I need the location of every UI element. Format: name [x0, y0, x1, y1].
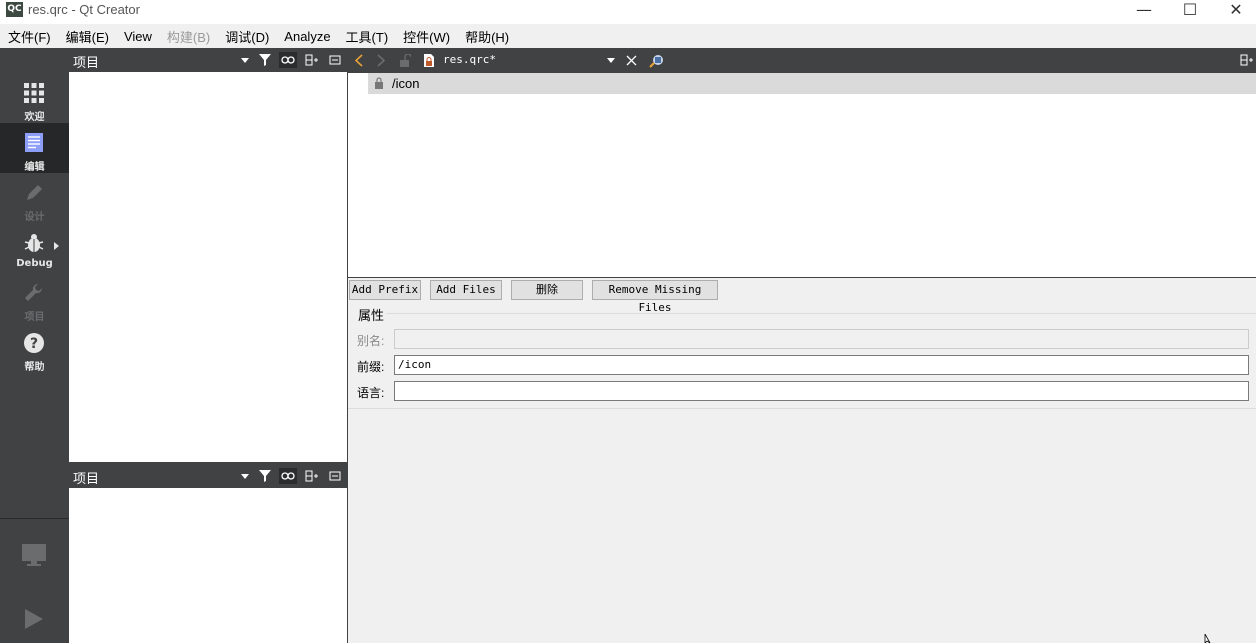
- maximize-button[interactable]: ☐: [1167, 0, 1213, 24]
- link-sync-icon[interactable]: [279, 52, 297, 68]
- close-pane-icon[interactable]: [326, 52, 344, 68]
- mode-projects-label: 项目: [24, 312, 45, 323]
- project-tree-bottom[interactable]: [69, 488, 347, 643]
- add-files-button[interactable]: Add Files: [430, 280, 502, 300]
- minimize-button[interactable]: —: [1121, 0, 1167, 24]
- pencil-icon: [27, 185, 42, 200]
- delete-button[interactable]: 删除: [511, 280, 583, 300]
- mode-help-label: 帮助: [24, 362, 45, 373]
- chevron-down-icon[interactable]: [241, 474, 249, 479]
- grid-icon: [24, 83, 44, 103]
- close-pane-icon[interactable]: [326, 468, 344, 484]
- project-pane-header-top: 项目: [69, 48, 347, 72]
- menu-build[interactable]: 构建(B): [167, 27, 210, 46]
- tree-divider: [348, 277, 1256, 278]
- prefix-item-label: /icon: [392, 76, 420, 91]
- project-pane-title-top[interactable]: 项目: [73, 52, 99, 71]
- resource-tree[interactable]: /icon: [348, 73, 1256, 277]
- filter-icon[interactable]: [256, 468, 274, 484]
- menu-widgets[interactable]: 控件(W): [403, 27, 450, 46]
- properties-group-line: [386, 313, 1256, 314]
- properties-group-title: 属性: [358, 308, 385, 323]
- menu-debug[interactable]: 调试(D): [225, 27, 269, 46]
- expand-arrow-icon[interactable]: [54, 242, 60, 250]
- tree-row[interactable]: /icon: [368, 73, 1256, 94]
- remove-missing-files-button[interactable]: Remove Missing Files: [592, 280, 718, 314]
- mode-design[interactable]: 设计: [0, 173, 69, 223]
- mode-edit-label: 编辑: [24, 162, 45, 173]
- chevron-down-icon[interactable]: [241, 58, 249, 63]
- split-editor-icon[interactable]: [1240, 54, 1254, 66]
- mode-design-label: 设计: [24, 212, 45, 223]
- bug-icon: [24, 234, 44, 252]
- menu-file[interactable]: 文件(F): [8, 27, 51, 46]
- mode-projects[interactable]: 项目: [0, 273, 69, 323]
- editor-toolbar: res.qrc*: [348, 48, 1256, 73]
- mode-edit[interactable]: 编辑: [0, 123, 69, 173]
- document-lock-icon: [424, 54, 434, 67]
- menu-bar: 文件(F) 编辑(E) View 构建(B) 调试(D) Analyze 工具(…: [0, 24, 1256, 48]
- title-bar: QC res.qrc - Qt Creator — ☐ ✕: [0, 0, 1256, 24]
- unlock-icon[interactable]: [399, 54, 411, 67]
- menu-tools[interactable]: 工具(T): [346, 27, 389, 46]
- link-sync-icon[interactable]: [279, 468, 297, 484]
- wrench-icon: [25, 283, 43, 301]
- prefix-label: 前缀:: [357, 360, 385, 374]
- menu-view[interactable]: View: [124, 29, 152, 44]
- run-play-icon[interactable]: [24, 608, 44, 630]
- mode-welcome-label: 欢迎: [24, 112, 45, 123]
- menu-edit[interactable]: 编辑(E): [66, 27, 109, 46]
- add-prefix-button[interactable]: Add Prefix: [349, 280, 421, 300]
- project-tree-top[interactable]: [69, 72, 347, 462]
- split-document-icon[interactable]: [648, 53, 665, 68]
- chevron-down-icon[interactable]: [607, 58, 615, 63]
- split-pane-icon[interactable]: [303, 52, 321, 68]
- window-title: res.qrc - Qt Creator: [28, 2, 140, 17]
- mouse-cursor-icon: [1204, 634, 1211, 643]
- help-question-icon: ?: [24, 333, 44, 353]
- svg-text:?: ?: [30, 336, 38, 352]
- mode-debug[interactable]: Debug: [0, 223, 69, 273]
- close-window-button[interactable]: ✕: [1213, 0, 1256, 24]
- language-label: 语言:: [357, 386, 385, 400]
- back-arrow-icon[interactable]: [355, 54, 363, 67]
- language-field[interactable]: [394, 381, 1249, 401]
- menu-analyze[interactable]: Analyze: [284, 29, 330, 44]
- split-pane-icon[interactable]: [303, 468, 321, 484]
- mode-welcome[interactable]: 欢迎: [0, 73, 69, 123]
- mode-help[interactable]: ? 帮助: [0, 323, 69, 373]
- project-pane-title-bottom[interactable]: 项目: [73, 468, 99, 487]
- menu-help[interactable]: 帮助(H): [465, 27, 509, 46]
- close-document-icon[interactable]: [626, 55, 637, 66]
- prefix-field[interactable]: /icon: [394, 355, 1249, 375]
- project-pane-header-bottom: 项目: [69, 464, 347, 488]
- open-document-name[interactable]: res.qrc*: [443, 53, 496, 66]
- edit-document-icon: [25, 133, 43, 152]
- kit-selector-monitor-icon[interactable]: [21, 543, 47, 567]
- mode-sidebar: 欢迎 编辑 设计 Debug 项目 ? 帮助: [0, 48, 69, 643]
- lock-icon: [375, 77, 383, 89]
- mode-debug-label: Debug: [16, 258, 53, 269]
- forward-arrow-icon[interactable]: [377, 54, 385, 67]
- qt-creator-logo-icon: QC: [6, 2, 23, 17]
- filter-icon[interactable]: [256, 52, 274, 68]
- sidebar-separator: [0, 518, 69, 519]
- alias-field[interactable]: [394, 329, 1249, 349]
- properties-bottom-line: [348, 408, 1256, 409]
- alias-label: 别名:: [357, 334, 385, 348]
